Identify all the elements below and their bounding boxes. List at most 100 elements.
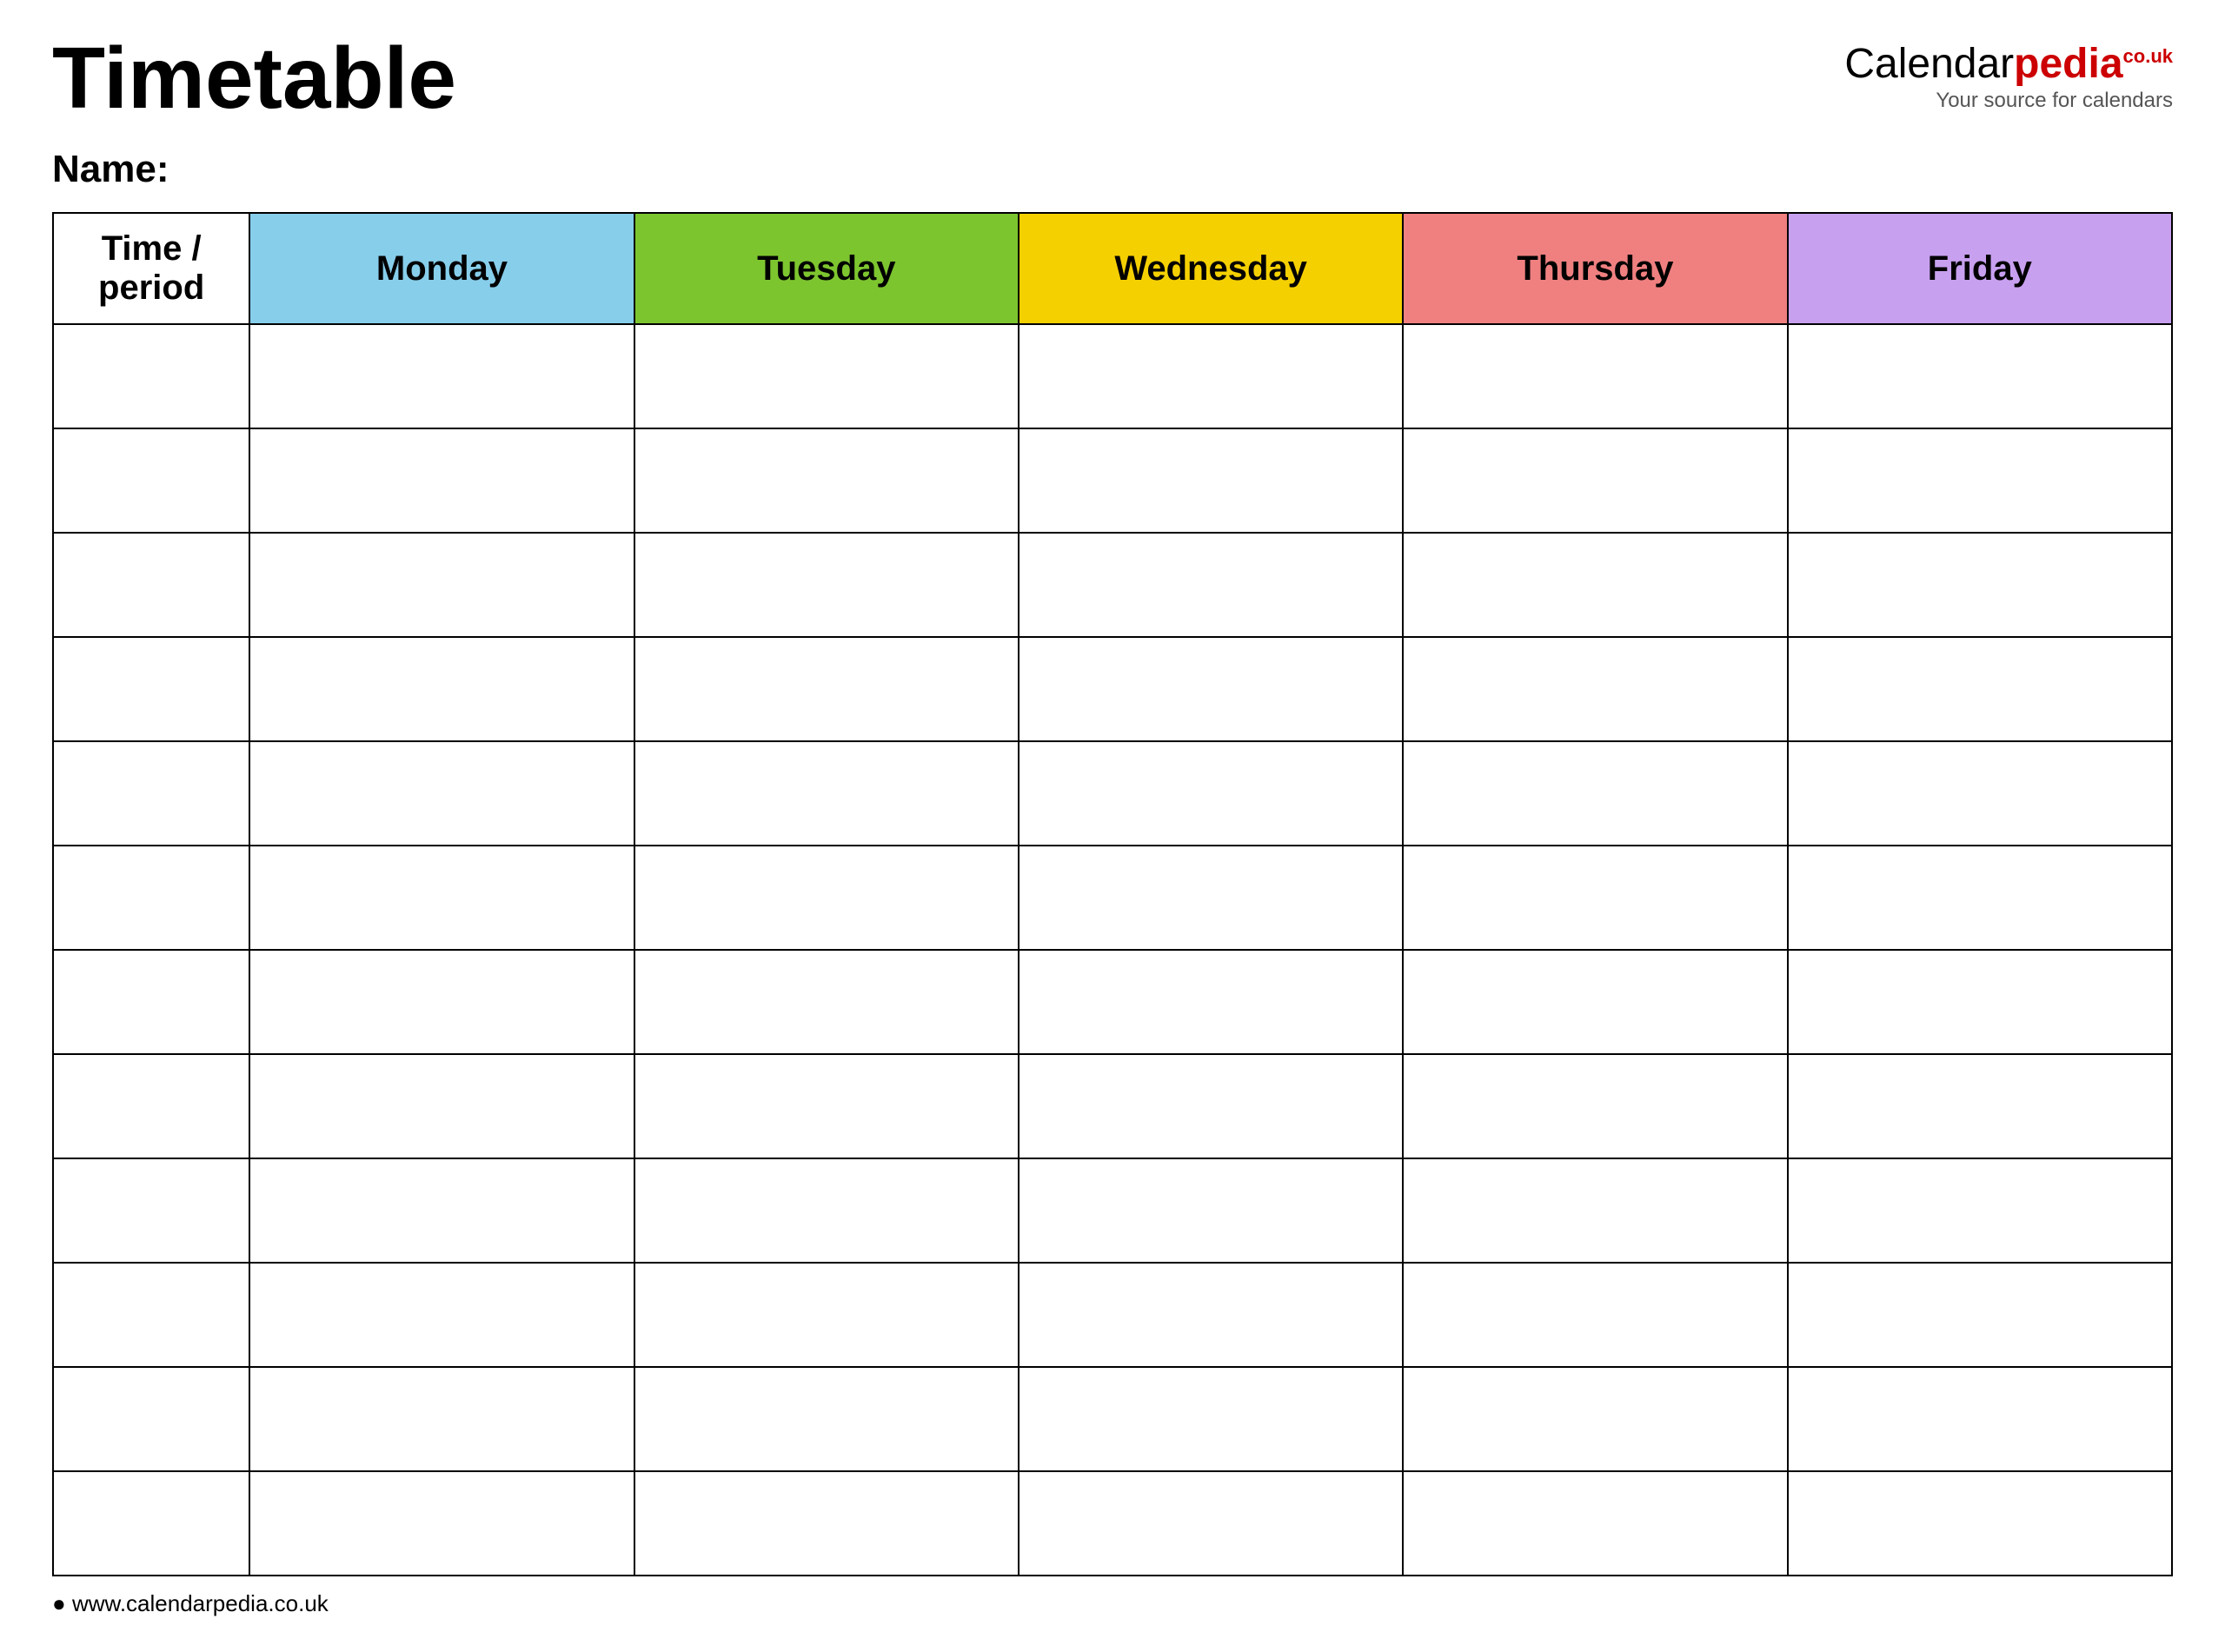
table-cell[interactable] [1019, 1054, 1403, 1158]
table-cell[interactable] [634, 846, 1019, 950]
header-wednesday: Wednesday [1019, 213, 1403, 324]
timetable-body [53, 324, 2172, 1576]
table-cell[interactable] [1019, 428, 1403, 533]
table-row [53, 533, 2172, 637]
table-cell[interactable] [1788, 741, 2172, 846]
table-cell[interactable] [1019, 637, 1403, 741]
table-cell[interactable] [1019, 846, 1403, 950]
table-cell[interactable] [1788, 428, 2172, 533]
timetable-header: Time / period Monday Tuesday Wednesday T… [53, 213, 2172, 324]
table-cell[interactable] [1019, 1158, 1403, 1263]
table-cell[interactable] [1788, 637, 2172, 741]
table-cell[interactable] [1403, 846, 1787, 950]
table-row [53, 846, 2172, 950]
table-cell[interactable] [634, 950, 1019, 1054]
table-cell[interactable] [1019, 1263, 1403, 1367]
table-cell[interactable] [53, 637, 249, 741]
table-cell[interactable] [634, 1367, 1019, 1471]
page-title: Timetable [52, 35, 456, 122]
table-row [53, 741, 2172, 846]
table-cell[interactable] [53, 324, 249, 428]
table-cell[interactable] [1403, 1263, 1787, 1367]
table-cell[interactable] [249, 1158, 634, 1263]
table-cell[interactable] [1019, 1367, 1403, 1471]
table-cell[interactable] [1019, 533, 1403, 637]
table-cell[interactable] [53, 428, 249, 533]
page-header: Timetable Calendarpediaco.uk Your source… [52, 35, 2173, 122]
table-cell[interactable] [1403, 741, 1787, 846]
footer-url: ● www.calendarpedia.co.uk [52, 1590, 329, 1616]
table-row [53, 1367, 2172, 1471]
table-cell[interactable] [249, 1263, 634, 1367]
table-cell[interactable] [249, 846, 634, 950]
table-cell[interactable] [1403, 1367, 1787, 1471]
table-cell[interactable] [1019, 741, 1403, 846]
table-cell[interactable] [249, 1471, 634, 1576]
header-monday: Monday [249, 213, 634, 324]
table-cell[interactable] [53, 533, 249, 637]
timetable: Time / period Monday Tuesday Wednesday T… [52, 212, 2173, 1576]
table-cell[interactable] [1403, 428, 1787, 533]
table-cell[interactable] [1403, 1158, 1787, 1263]
table-cell[interactable] [249, 428, 634, 533]
table-cell[interactable] [53, 1158, 249, 1263]
table-cell[interactable] [634, 428, 1019, 533]
table-row [53, 428, 2172, 533]
table-cell[interactable] [249, 950, 634, 1054]
table-cell[interactable] [634, 637, 1019, 741]
table-row [53, 1263, 2172, 1367]
table-cell[interactable] [249, 741, 634, 846]
table-cell[interactable] [1019, 1471, 1403, 1576]
logo: Calendarpediaco.uk Your source for calen… [1844, 43, 2173, 113]
table-cell[interactable] [53, 1471, 249, 1576]
logo-pedia: pedia [2014, 41, 2122, 87]
table-cell[interactable] [1403, 533, 1787, 637]
table-cell[interactable] [1788, 324, 2172, 428]
footer: ● www.calendarpedia.co.uk [52, 1590, 2173, 1617]
table-cell[interactable] [249, 324, 634, 428]
table-row [53, 1054, 2172, 1158]
table-cell[interactable] [634, 1263, 1019, 1367]
header-friday: Friday [1788, 213, 2172, 324]
logo-calendar: Calendar [1844, 41, 2014, 87]
table-cell[interactable] [249, 1367, 634, 1471]
table-row [53, 950, 2172, 1054]
table-cell[interactable] [1788, 1367, 2172, 1471]
table-cell[interactable] [53, 1263, 249, 1367]
table-cell[interactable] [1788, 1158, 2172, 1263]
table-cell[interactable] [1019, 324, 1403, 428]
table-row [53, 637, 2172, 741]
table-row [53, 324, 2172, 428]
table-cell[interactable] [1403, 1471, 1787, 1576]
table-cell[interactable] [53, 846, 249, 950]
table-cell[interactable] [634, 1471, 1019, 1576]
table-cell[interactable] [634, 324, 1019, 428]
table-cell[interactable] [1019, 950, 1403, 1054]
table-cell[interactable] [53, 1367, 249, 1471]
header-tuesday: Tuesday [634, 213, 1019, 324]
header-time: Time / period [53, 213, 249, 324]
table-cell[interactable] [634, 741, 1019, 846]
table-cell[interactable] [1403, 324, 1787, 428]
table-cell[interactable] [53, 950, 249, 1054]
table-cell[interactable] [1788, 1471, 2172, 1576]
table-cell[interactable] [249, 533, 634, 637]
table-cell[interactable] [634, 1158, 1019, 1263]
table-cell[interactable] [634, 533, 1019, 637]
table-cell[interactable] [1403, 950, 1787, 1054]
table-cell[interactable] [1788, 533, 2172, 637]
table-cell[interactable] [53, 1054, 249, 1158]
table-cell[interactable] [1788, 950, 2172, 1054]
header-row: Time / period Monday Tuesday Wednesday T… [53, 213, 2172, 324]
table-cell[interactable] [53, 741, 249, 846]
table-cell[interactable] [634, 1054, 1019, 1158]
table-cell[interactable] [249, 637, 634, 741]
table-cell[interactable] [1788, 846, 2172, 950]
table-cell[interactable] [1788, 1054, 2172, 1158]
table-cell[interactable] [1788, 1263, 2172, 1367]
table-cell[interactable] [1403, 637, 1787, 741]
table-cell[interactable] [1403, 1054, 1787, 1158]
table-row [53, 1158, 2172, 1263]
table-cell[interactable] [249, 1054, 634, 1158]
table-row [53, 1471, 2172, 1576]
